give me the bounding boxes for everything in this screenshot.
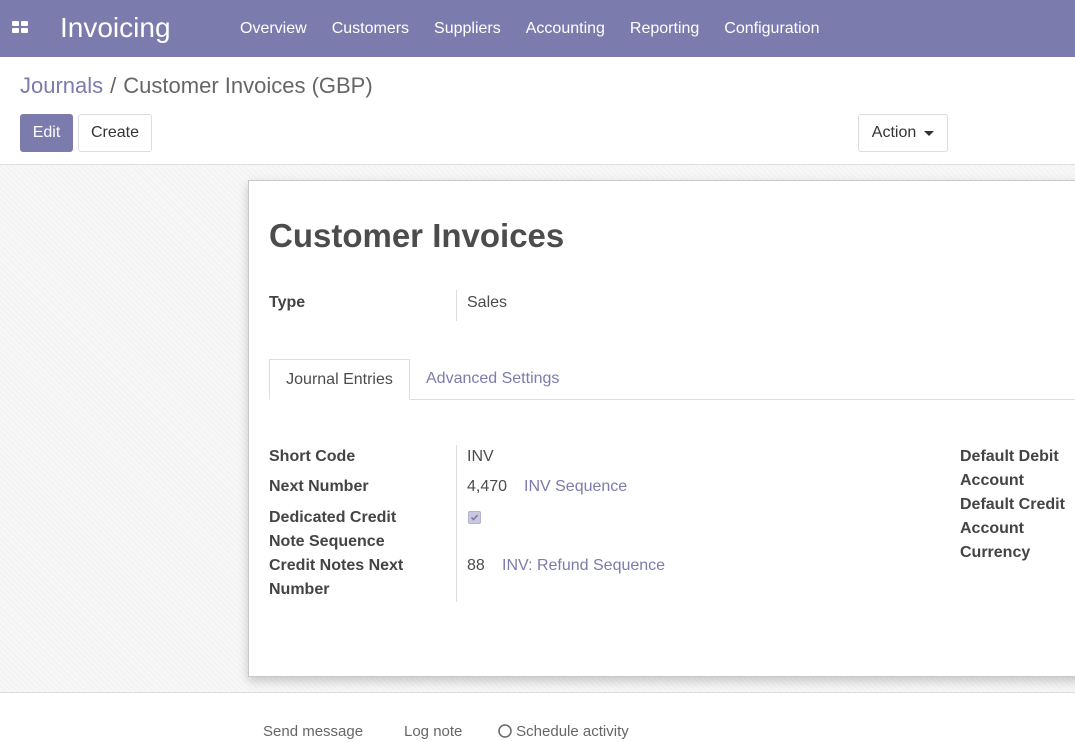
journal-title: Customer Invoices: [269, 217, 565, 254]
default-debit-label: Default Debit: [960, 448, 1059, 465]
menu-configuration[interactable]: Configuration: [724, 0, 819, 57]
main-menu: Overview Customers Suppliers Accounting …: [240, 0, 844, 57]
top-navbar: Invoicing Overview Customers Suppliers A…: [0, 0, 1075, 57]
credit-notes-next-value: 88: [467, 557, 485, 574]
grid-icon[interactable]: [12, 21, 28, 33]
next-number-value: 4,470: [467, 478, 508, 495]
edit-button[interactable]: Edit: [20, 114, 73, 152]
currency-label: Currency: [960, 544, 1031, 561]
credit-notes-next-label-line2: Number: [269, 581, 330, 598]
action-dropdown-button[interactable]: Action: [858, 114, 948, 152]
credit-notes-next-label-line1: Credit Notes Next: [269, 557, 404, 574]
menu-overview[interactable]: Overview: [240, 0, 307, 57]
dedicated-credit-label-line1: Dedicated Credit: [269, 509, 397, 526]
action-label: Action: [871, 124, 917, 141]
clock-icon: [498, 724, 512, 738]
breadcrumb-separator: /: [110, 73, 117, 98]
type-value: Sales: [467, 294, 508, 311]
tab-advanced-settings[interactable]: Advanced Settings: [426, 359, 559, 400]
dedicated-credit-label-line2: Note Sequence: [269, 533, 385, 550]
app-title[interactable]: Invoicing: [60, 11, 171, 45]
dedicated-credit-checkbox[interactable]: [468, 511, 481, 524]
default-credit-label: Default Credit: [960, 496, 1065, 513]
schedule-activity-button[interactable]: Schedule activity: [498, 722, 629, 742]
create-button[interactable]: Create: [78, 114, 152, 152]
menu-accounting[interactable]: Accounting: [526, 0, 605, 57]
default-credit-label-line2: Account: [960, 520, 1024, 537]
menu-suppliers[interactable]: Suppliers: [434, 0, 501, 57]
next-number-label: Next Number: [269, 478, 369, 495]
fields-divider: [456, 445, 457, 602]
short-code-value: INV: [467, 448, 494, 465]
field-divider: [456, 290, 457, 321]
short-code-label: Short Code: [269, 448, 356, 465]
inv-sequence-link[interactable]: INV Sequence: [524, 475, 627, 499]
log-note-button[interactable]: Log note: [404, 722, 462, 742]
type-label: Type: [269, 294, 306, 311]
breadcrumb-journals-link[interactable]: Journals: [20, 73, 103, 98]
default-debit-label-line2: Account: [960, 472, 1024, 489]
menu-customers[interactable]: Customers: [332, 0, 409, 57]
breadcrumb: Journals / Customer Invoices (GBP): [20, 73, 373, 99]
tab-journal-entries[interactable]: Journal Entries: [269, 359, 410, 400]
breadcrumb-current: Customer Invoices (GBP): [123, 73, 373, 98]
send-message-button[interactable]: Send message: [263, 722, 363, 742]
check-icon: [470, 514, 479, 521]
refund-sequence-link[interactable]: INV: Refund Sequence: [502, 554, 665, 578]
caret-down-icon: [924, 130, 935, 136]
menu-reporting[interactable]: Reporting: [630, 0, 699, 57]
